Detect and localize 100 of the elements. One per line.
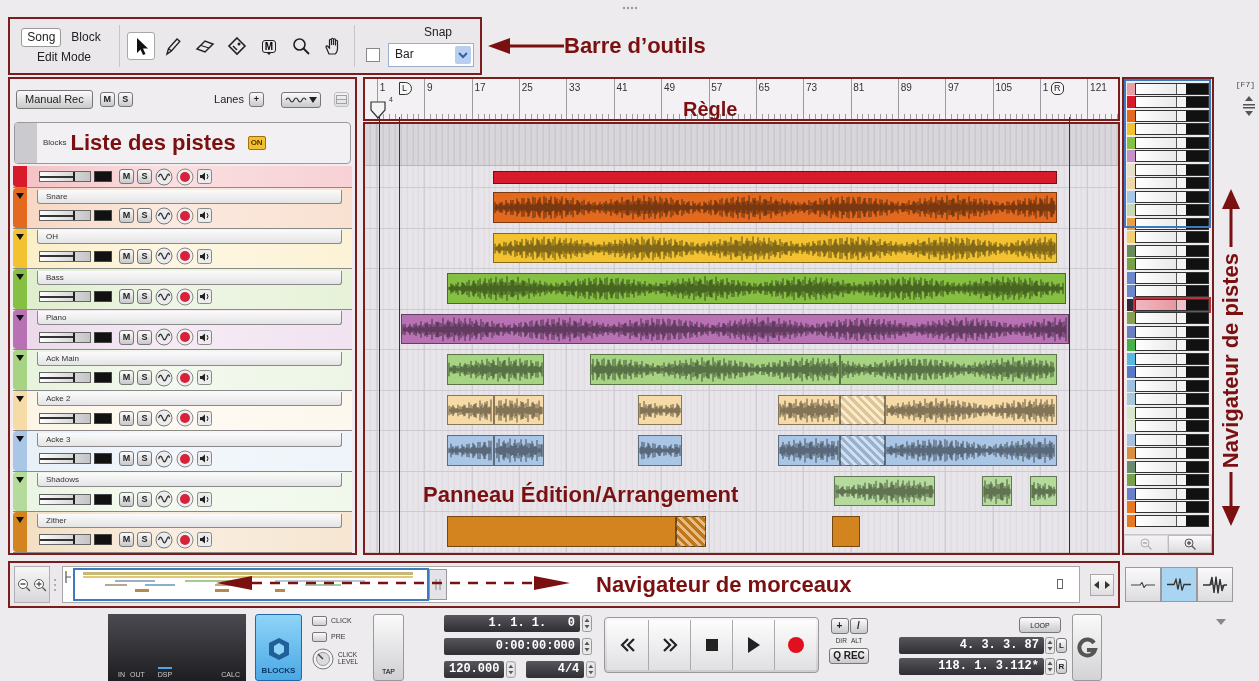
volume-fader[interactable] <box>39 412 91 424</box>
sine-wave-icon[interactable] <box>155 409 173 427</box>
solo-button[interactable]: S <box>137 451 152 466</box>
mute-button[interactable]: M <box>119 370 134 385</box>
audio-clip[interactable] <box>981 475 1012 506</box>
volume-fader[interactable] <box>39 534 91 545</box>
grip-icon[interactable] <box>621 6 638 10</box>
mute-button[interactable]: M <box>119 491 134 507</box>
down-triangle-icon[interactable] <box>16 233 24 240</box>
down-triangle-icon[interactable] <box>16 193 24 199</box>
volume-fader[interactable] <box>39 331 91 343</box>
audio-clip[interactable] <box>676 516 707 547</box>
audio-clip[interactable] <box>1029 475 1057 506</box>
audio-clip[interactable] <box>840 435 886 466</box>
navigator-viewport[interactable] <box>1124 79 1211 228</box>
record-icon[interactable] <box>176 247 194 265</box>
record-icon[interactable] <box>176 490 194 508</box>
manual-rec-button[interactable]: Manual Rec <box>16 90 93 109</box>
overview-viewport[interactable] <box>73 568 429 601</box>
track-name[interactable]: Bass <box>37 270 342 285</box>
speaker-icon[interactable] <box>197 169 212 184</box>
speaker-icon[interactable] <box>197 289 212 304</box>
snap-dropdown[interactable]: Bar <box>388 42 474 67</box>
logo-button[interactable] <box>1072 614 1102 681</box>
on-toggle[interactable]: ON <box>247 136 266 150</box>
scroll-handle-icon[interactable] <box>429 569 447 600</box>
add-lane-button[interactable]: + <box>249 92 264 107</box>
record-button[interactable] <box>775 620 816 670</box>
loop-end-marker[interactable]: R <box>1051 82 1064 95</box>
track-name[interactable]: Acke 3 <box>37 432 342 447</box>
spinner-icon[interactable] <box>586 661 596 678</box>
volume-fader[interactable] <box>39 291 91 302</box>
pointer-tool-button[interactable] <box>127 32 155 60</box>
audio-clip[interactable] <box>778 394 841 425</box>
record-icon[interactable] <box>176 206 194 225</box>
marker-tool-button[interactable]: M <box>255 32 283 60</box>
sine-wave-icon[interactable] <box>155 368 173 387</box>
audio-clip[interactable] <box>493 394 545 425</box>
track-name[interactable]: Snare <box>37 189 342 204</box>
stop-button[interactable] <box>691 620 733 670</box>
solo-button[interactable]: S <box>137 248 152 264</box>
track-name[interactable]: OH <box>37 230 342 244</box>
mute-button[interactable]: M <box>119 248 134 264</box>
audio-clip[interactable] <box>840 394 886 425</box>
mode-toggle[interactable]: Block <box>65 27 107 47</box>
solo-button[interactable]: S <box>137 532 152 547</box>
audio-clip[interactable] <box>637 435 683 466</box>
loop-start-display[interactable]: 4. 3. 3. 87 <box>899 637 1044 654</box>
speaker-icon[interactable] <box>197 451 212 466</box>
audio-clip[interactable] <box>833 475 935 506</box>
sine-wave-icon[interactable] <box>155 247 173 265</box>
track-name[interactable]: Zither <box>37 513 342 528</box>
zoom-in-button[interactable] <box>1168 535 1212 553</box>
rewind-button[interactable] <box>607 620 649 670</box>
solo-button[interactable]: S <box>137 491 152 507</box>
audio-clip[interactable] <box>447 516 677 547</box>
mode-toggle[interactable]: Song <box>21 27 62 47</box>
volume-fader[interactable] <box>39 372 91 383</box>
mute-button[interactable]: M <box>99 92 115 107</box>
mute-button[interactable]: M <box>119 410 134 426</box>
spinner-icon[interactable] <box>1045 637 1055 654</box>
track-name[interactable]: Acke 2 <box>37 392 342 406</box>
volume-fader[interactable] <box>39 493 91 505</box>
record-icon[interactable] <box>176 530 194 549</box>
track-name[interactable]: Piano <box>37 311 342 325</box>
pre-toggle[interactable] <box>312 632 327 642</box>
audio-clip[interactable] <box>492 192 1057 223</box>
audio-clip[interactable] <box>831 516 861 547</box>
volume-fader[interactable] <box>39 250 91 262</box>
audio-clip[interactable] <box>637 394 683 425</box>
track-name[interactable]: Ack Main <box>37 351 342 366</box>
sine-wave-icon[interactable] <box>155 167 173 186</box>
loop-end-display[interactable]: 118. 1. 3.112* <box>899 658 1044 675</box>
record-icon[interactable] <box>176 167 194 186</box>
speaker-icon[interactable] <box>197 329 212 345</box>
play-button[interactable] <box>733 620 775 670</box>
solo-button[interactable]: S <box>137 410 152 426</box>
spinner-icon[interactable] <box>1045 658 1055 675</box>
audio-clip[interactable] <box>492 232 1057 263</box>
audio-clip[interactable] <box>885 394 1057 425</box>
solo-button[interactable]: S <box>117 92 133 107</box>
speaker-icon[interactable] <box>197 248 212 264</box>
track-name[interactable]: Shadows <box>37 473 342 487</box>
loop-end-button[interactable]: R <box>1056 659 1067 674</box>
tempo-display[interactable]: 120.000 <box>444 661 504 678</box>
zoom-out-icon[interactable] <box>17 577 31 592</box>
mute-button[interactable]: M <box>119 451 134 466</box>
loop-start-button[interactable]: L <box>1056 638 1067 653</box>
loop-start-marker[interactable]: L <box>399 82 412 95</box>
sine-wave-icon[interactable] <box>155 530 173 549</box>
audio-clip[interactable] <box>840 354 1057 385</box>
down-triangle-icon[interactable] <box>16 274 24 280</box>
record-icon[interactable] <box>176 409 194 427</box>
audio-clip[interactable] <box>401 313 1069 344</box>
spinner-icon[interactable] <box>582 615 592 632</box>
speaker-icon[interactable] <box>197 370 212 385</box>
mute-button[interactable]: M <box>119 289 134 304</box>
click-toggle[interactable] <box>312 616 327 626</box>
sine-wave-icon[interactable] <box>155 287 173 306</box>
position-display[interactable]: 1. 1. 1. 0 <box>444 615 580 632</box>
